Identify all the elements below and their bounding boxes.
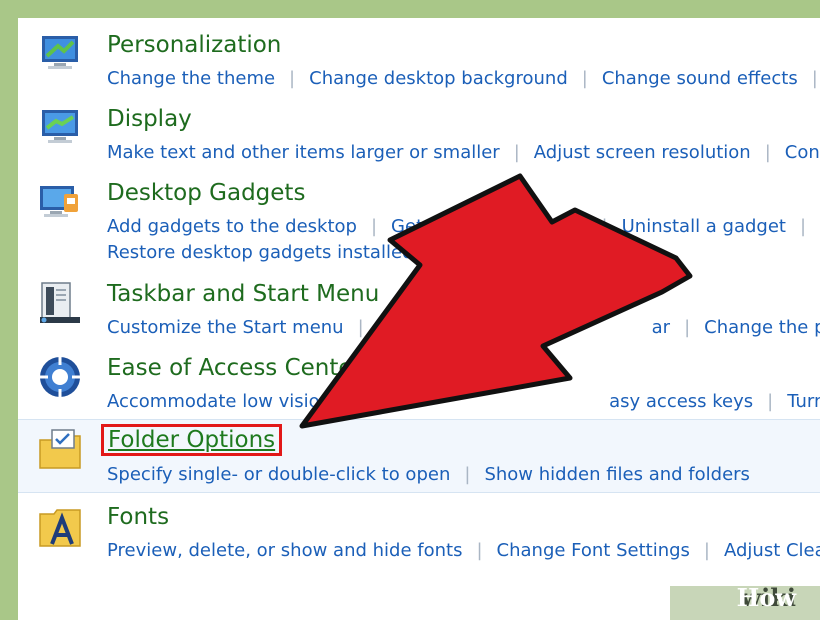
category-fonts: Fonts Preview, delete, or show and hide …: [18, 496, 820, 566]
category-links: Make text and other items larger or smal…: [107, 142, 820, 163]
category-title[interactable]: Ease of Access Center: [107, 355, 362, 381]
adjust-resolution-link[interactable]: Adjust screen resolution: [534, 142, 751, 163]
change-theme-link[interactable]: Change the theme: [107, 68, 275, 89]
category-links: Customize the Start menu | Cu ar | Change the…: [107, 317, 820, 338]
accommodate-low-vision-link[interactable]: Accommodate low vision: [107, 391, 331, 412]
change-sound-effects-link[interactable]: Change sound effects: [602, 68, 798, 89]
uninstall-gadget-link[interactable]: Uninstall a gadget: [622, 216, 786, 237]
category-links: Add gadgets to the desktop | Get more g onl…: [107, 216, 807, 237]
show-hidden-files-link[interactable]: Show hidden files and folders: [484, 464, 749, 485]
wikihow-watermark: wiki How: [670, 583, 820, 620]
category-links-row2: Restore desktop gadgets installed with W: [107, 242, 481, 263]
control-panel: Personalization Change the theme | Change …: [18, 18, 820, 620]
category-links: Accommodate low vision asy access keys | Tu…: [107, 391, 820, 412]
category-title[interactable]: Fonts: [107, 504, 169, 530]
turn-link[interactable]: Turn: [787, 391, 820, 412]
category-taskbar: Taskbar and Start Menu Customize the Sta…: [18, 273, 820, 343]
change-font-settings-link[interactable]: Change Font Settings: [497, 540, 690, 561]
ease-of-access-icon: [40, 357, 80, 397]
category-title[interactable]: Folder Options: [101, 424, 283, 456]
category-title[interactable]: Desktop Gadgets: [107, 180, 305, 206]
category-links: Change the theme | Change desktop backgrou…: [107, 68, 818, 89]
adjust-cleartype-link[interactable]: Adjust ClearTyp: [724, 540, 820, 561]
change-desktop-background-link[interactable]: Change desktop background: [309, 68, 568, 89]
desktop-gadgets-icon: [40, 186, 78, 217]
display-icon: [42, 110, 78, 143]
folder-options-icon: [39, 429, 81, 469]
taskbar-icon: [40, 282, 80, 323]
category-title[interactable]: Display: [107, 106, 192, 132]
customize-start-menu-link[interactable]: Customize the Start menu: [107, 317, 344, 338]
single-double-click-link[interactable]: Specify single- or double-click to open: [107, 464, 450, 485]
category-personalization: Personalization Change the theme | Change …: [18, 24, 820, 94]
category-ease-of-access: Ease of Access Center Accommodate low vi…: [18, 347, 820, 417]
category-title[interactable]: Taskbar and Start Menu: [107, 281, 379, 307]
category-title[interactable]: Personalization: [107, 32, 281, 58]
taskbar-partial-link[interactable]: ar: [652, 317, 670, 338]
category-desktop-gadgets: Desktop Gadgets Add gadgets to the deskt…: [18, 172, 820, 268]
get-more-gadgets-link[interactable]: Get more g: [391, 216, 493, 237]
category-folder-options: Folder Options Specify single- or double…: [18, 419, 820, 493]
category-display: Display Make text and other items larger…: [18, 98, 820, 168]
easy-access-keys-link[interactable]: asy access keys: [609, 391, 753, 412]
connect-link[interactable]: Connect: [785, 142, 820, 163]
preview-fonts-link[interactable]: Preview, delete, or show and hide fonts: [107, 540, 462, 561]
restore-gadgets-link[interactable]: Restore desktop gadgets installed with W: [107, 242, 481, 263]
make-text-larger-link[interactable]: Make text and other items larger or smal…: [107, 142, 500, 163]
personalization-icon: [42, 36, 78, 69]
change-picture-link[interactable]: Change the picture: [704, 317, 820, 338]
screenshot-frame: Personalization Change the theme | Change …: [0, 0, 820, 620]
online-link[interactable]: online: [533, 216, 588, 237]
watermark-how: How: [736, 583, 796, 612]
customize-taskbar-link[interactable]: Cu: [378, 317, 402, 338]
add-gadgets-link[interactable]: Add gadgets to the desktop: [107, 216, 357, 237]
fonts-icon: [39, 509, 81, 547]
category-links: Preview, delete, or show and hide fonts |…: [107, 540, 820, 561]
category-links: Specify single- or double-click to open |…: [107, 464, 750, 485]
